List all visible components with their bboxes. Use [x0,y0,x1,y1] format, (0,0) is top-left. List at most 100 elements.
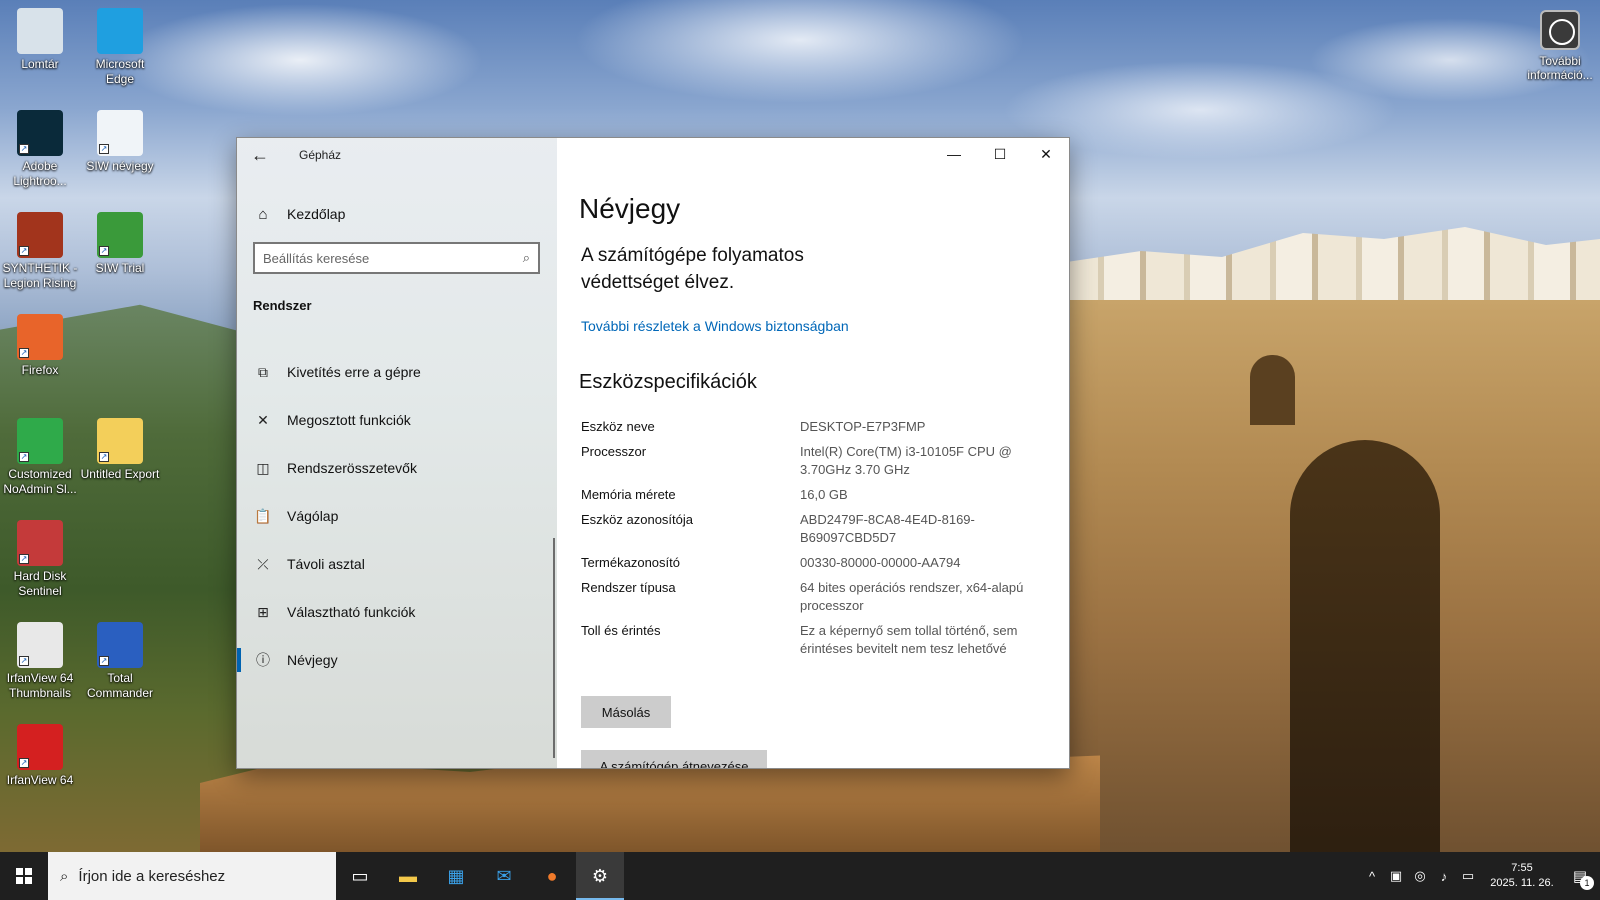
shortcut-arrow-icon: ↗ [99,246,109,256]
desktop-icon[interactable]: ↗ SIW Trial [80,212,160,276]
chevron-up-icon[interactable]: ^ [1360,869,1384,884]
taskbar: ⌕ ▭ ▬ ▦ ✉ ● ⚙ ^ ▣ ◎ ♪ ▭ 7:55 2025. 11. 2… [0,852,1600,900]
taskbar-settings[interactable]: ⚙ [576,852,624,900]
sidebar-item[interactable]: ⤫ Távoli asztal [237,540,557,588]
maximize-button[interactable]: ☐ [977,138,1023,170]
taskbar-mail[interactable]: ✉ [480,852,528,900]
taskbar-store[interactable]: ▦ [432,852,480,900]
device-specs-list: Eszköz neve DESKTOP-E7P3FMP Processzor Inte… [581,418,1041,665]
desktop-icon[interactable]: ↗ Hard Disk Sentinel [0,520,80,599]
back-button[interactable]: ← [249,144,271,166]
taskbar-search-input[interactable] [78,867,309,885]
system-components-icon: ◫ [256,459,270,476]
shortcut-arrow-icon: ↗ [99,144,109,154]
firefox-icon: ↗ [17,314,63,360]
more-info-desktop-icon[interactable]: További információ... [1520,10,1600,82]
search-icon: ⌕ [60,867,69,885]
desktop-icon[interactable]: ↗ Customized NoAdmin Sl... [0,418,80,497]
sidebar-item[interactable]: ⊞ Választható funkciók [237,588,557,636]
desktop-icon[interactable]: ↗ IrfanView 64 [0,724,80,788]
clock[interactable]: 7:55 2025. 11. 26. [1484,861,1560,891]
mail-icon: ✉ [496,865,512,886]
sidebar-item[interactable]: 📋 Vágólap [237,492,557,540]
desktop-icon-label: Total Commander [86,671,154,700]
desktop-icon[interactable]: ↗ SYNTHETIK - Legion Rising [0,212,80,291]
network-globe-icon[interactable]: ◎ [1408,868,1432,884]
search-icon[interactable]: ⌕ [523,250,530,266]
more-info-label: További információ... [1527,54,1593,82]
spec-row: Memória mérete 16,0 GB [581,486,1041,504]
shortcut-arrow-icon: ↗ [19,452,29,462]
desktop-icon[interactable]: ↗ IrfanView 64 Thumbnails [0,622,80,701]
taskbar-firefox[interactable]: ● [528,852,576,900]
desktop-icon[interactable]: ↗ SIW névjegy [80,110,160,174]
windows-security-link[interactable]: További részletek a Windows biztonságban [581,318,849,334]
recycle-bin-icon [17,8,63,54]
spec-value: 00330-80000-00000-AA794 [800,555,961,570]
clock-time: 7:55 [1511,862,1533,874]
windows-logo-icon [16,868,32,884]
spec-row: Toll és érintés Ez a képernyő sem tollal … [581,622,1041,658]
about-icon: ⓘ [256,652,270,668]
spec-value: ABD2479F-8CA8-4E4D-8169-B69097CBD5D7 [800,512,975,545]
home-icon: ⌂ [258,205,268,223]
settings-search-input[interactable] [263,250,523,266]
sidebar-item[interactable]: ⧉ Kivetítés erre a gépre [237,348,557,396]
noadmin-icon: ↗ [17,418,63,464]
spec-value: Ez a képernyő sem tollal történő, sem ér… [800,623,1018,656]
firefox-icon: ● [546,865,558,886]
desktop-icon[interactable]: ↗ Firefox [0,314,80,378]
copy-button[interactable]: Másolás [581,696,671,728]
desktop-icon[interactable]: Lomtár [0,8,80,72]
wallpaper-arch [1290,440,1440,852]
meet-now-icon[interactable]: ▣ [1384,868,1408,884]
spec-key: Processzor [581,444,647,459]
protection-status-text: A számítógépe folyamatos védettséget élv… [581,245,804,293]
clipboard-icon: 📋 [254,507,272,524]
settings-search-box[interactable]: ⌕ [253,242,540,274]
sidebar-item-label: Vágólap [287,508,339,524]
about-content: — ☐ ✕ Névjegy A számítógépe folyamatos v… [557,138,1069,768]
taskbar-search[interactable]: ⌕ [48,852,336,900]
sidebar-item[interactable]: ◫ Rendszerösszetevők [237,444,557,492]
spec-key: Eszköz neve [581,419,655,434]
spec-key: Eszköz azonosítója [581,512,694,527]
titlebar[interactable]: ← Gépház [237,138,557,172]
settings-window: ← Gépház ⌂ Kezdőlap ⌕ Rendszer ⧉ Kivetíté… [237,138,1069,768]
desktop-icon[interactable]: ↗ Untitled Export [80,418,160,482]
task-view-button[interactable]: ▭ [336,852,384,900]
close-button[interactable]: ✕ [1023,138,1069,170]
sidebar-item[interactable]: ✕ Megosztott funkciók [237,396,557,444]
sidebar-item-label: Névjegy [287,652,338,668]
notification-center-button[interactable]: ▤ 1 [1560,852,1600,900]
spec-value: 64 bites operációs rendszer, x64-alapú p… [800,580,1024,613]
desktop-icon-label: Lomtár [21,57,59,71]
display-icon[interactable]: ▭ [1456,868,1480,884]
synthetik-icon: ↗ [17,212,63,258]
sidebar-item-label: Távoli asztal [287,556,365,572]
start-button[interactable] [0,852,48,900]
shortcut-arrow-icon: ↗ [99,452,109,462]
desktop-icon-label: IrfanView 64 Thumbnails [6,671,74,700]
taskbar-file-explorer[interactable]: ▬ [384,852,432,900]
spec-value: DESKTOP-E7P3FMP [800,419,926,434]
minimize-button[interactable]: — [931,138,977,170]
clock-date: 2025. 11. 26. [1490,877,1554,889]
sidebar-item[interactable]: ⓘ Névjegy [237,636,557,684]
shortcut-arrow-icon: ↗ [19,758,29,768]
notification-badge: 1 [1580,876,1594,890]
desktop-icon[interactable]: ↗ Total Commander [80,622,160,701]
optional-features-icon: ⊞ [257,603,269,620]
spec-key: Memória mérete [581,487,676,502]
desktop-icon[interactable]: Microsoft Edge [80,8,160,87]
sidebar-scrollbar[interactable] [553,538,555,758]
desktop-icon[interactable]: ↗ Adobe Lightroo... [0,110,80,189]
nav-home[interactable]: ⌂ Kezdőlap [253,200,553,228]
settings-sidebar: ← Gépház ⌂ Kezdőlap ⌕ Rendszer ⧉ Kivetíté… [237,138,557,768]
volume-icon[interactable]: ♪ [1432,869,1456,884]
siw-about-icon: ↗ [97,110,143,156]
spec-value: 16,0 GB [800,487,848,502]
rename-pc-button[interactable]: A számítógép átnevezése [581,750,767,768]
edge-icon [97,8,143,54]
shared-experiences-icon: ✕ [257,411,269,428]
